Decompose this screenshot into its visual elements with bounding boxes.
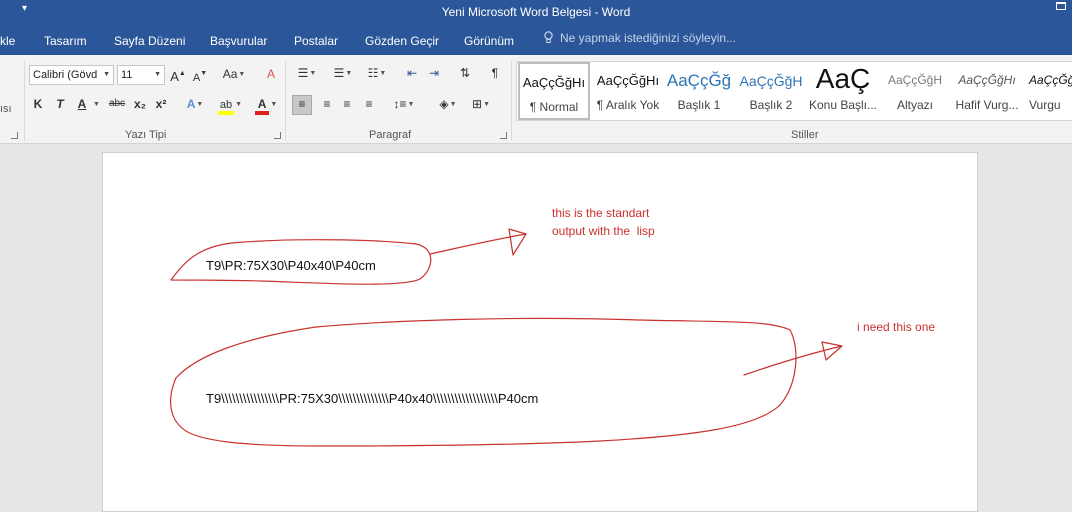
font-name-value: Calibri (Gövd: [33, 69, 98, 81]
style-subtle-emphasis[interactable]: AaÇçĞğHı Hafif Vurg...: [951, 62, 1023, 120]
style-sample: AaÇçĞğH: [739, 73, 803, 89]
grow-font-icon[interactable]: A▲: [170, 66, 186, 84]
tab-ekle[interactable]: kle: [0, 34, 15, 48]
group-label-styles: Stiller: [791, 129, 819, 141]
bullets-icon[interactable]: ☰▼: [292, 65, 322, 83]
font-size-combo[interactable]: 11 ▼: [117, 65, 165, 85]
style-title[interactable]: AaÇ Konu Başlı...: [807, 62, 879, 120]
restore-window-icon[interactable]: [1056, 2, 1066, 10]
document-line-2[interactable]: T9\\\\\\\\\\\\\\\\PR:75X30\\\\\\\\\\\\\\…: [206, 391, 538, 406]
superscript-button[interactable]: x²: [153, 96, 169, 114]
annotation-need-this: i need this one: [857, 320, 936, 334]
style-heading-1[interactable]: AaÇçĞğ Başlık 1: [663, 62, 735, 120]
clipboard-launcher-icon[interactable]: [11, 132, 18, 139]
style-sample: AaÇ: [815, 63, 871, 94]
annotation-standard-output: this is the standart output with the lis…: [552, 206, 655, 238]
style-sample: AaÇçĞğH: [887, 73, 943, 87]
shrink-font-icon[interactable]: A▼: [192, 66, 208, 84]
style-name: Vurgu: [1029, 98, 1061, 112]
tab-gozden-gecir[interactable]: Gözden Geçir: [365, 34, 439, 48]
style-sample: AaÇçĞğHı: [958, 73, 1016, 87]
justify-icon[interactable]: ≡: [360, 96, 378, 114]
group-separator: [24, 61, 25, 141]
style-sample: AaÇçĞğ: [1029, 73, 1072, 87]
ribbon-home: ısı Calibri (Gövd ▼ 11 ▼ A▲ A▼ Aa▼ A K T A…: [0, 55, 1072, 144]
title-bar: ▾ Yeni Microsoft Word Belgesi - Word: [0, 0, 1072, 25]
group-separator: [285, 61, 286, 141]
strikethrough-button[interactable]: abc: [106, 96, 128, 114]
align-center-icon[interactable]: ≡: [318, 96, 336, 114]
font-launcher-icon[interactable]: [274, 132, 281, 139]
tab-gorunum[interactable]: Görünüm: [464, 34, 514, 48]
align-left-icon[interactable]: ≡: [292, 95, 312, 115]
clipboard-partial-label: ısı: [0, 103, 12, 115]
chevron-down-icon[interactable]: ▼: [92, 96, 100, 114]
italic-button[interactable]: T: [53, 96, 67, 114]
style-name: Konu Başlı...: [808, 98, 878, 112]
underline-button[interactable]: A: [75, 96, 89, 114]
show-marks-icon[interactable]: ¶: [486, 65, 504, 83]
group-separator: [511, 61, 512, 141]
group-label-paragraph: Paragraf: [369, 129, 412, 141]
tell-me-text: Ne yapmak istediğinizi söyleyin...: [560, 31, 737, 45]
subscript-button[interactable]: x₂: [132, 96, 148, 114]
window-title: Yeni Microsoft Word Belgesi - Word: [441, 5, 631, 19]
borders-icon[interactable]: ⊞▼: [466, 96, 496, 114]
style-sample: AaÇçĞğ: [666, 71, 732, 90]
styles-gallery: AaÇçĞğHı ¶ Normal AaÇçĞğHı ¶ Aralık Yok …: [516, 61, 1072, 121]
tab-postalar[interactable]: Postalar: [294, 34, 338, 48]
font-color-icon[interactable]: A ▼: [251, 96, 281, 115]
tab-basvurular[interactable]: Başvurular: [210, 34, 267, 48]
tell-me-box[interactable]: Ne yapmak istediğinizi söyleyin...: [543, 31, 736, 45]
multilevel-list-icon[interactable]: ☷▼: [362, 65, 392, 83]
style-name: ¶ Normal: [529, 100, 579, 114]
style-subtitle[interactable]: AaÇçĞğH Altyazı: [879, 62, 951, 120]
style-no-spacing[interactable]: AaÇçĞğHı ¶ Aralık Yok: [591, 62, 665, 120]
document-page[interactable]: [102, 152, 978, 512]
tab-sayfa-duzeni[interactable]: Sayfa Düzeni: [114, 34, 185, 48]
document-line-1[interactable]: T9\PR:75X30\P40x40\P40cm: [206, 258, 376, 273]
ribbon-tabs: kle Tasarım Sayfa Düzeni Başvurular Post…: [0, 25, 1072, 55]
lightbulb-icon: [544, 31, 553, 43]
style-emphasis[interactable]: AaÇçĞğ Vurgu: [1023, 62, 1072, 120]
style-name: Başlık 2: [749, 98, 793, 112]
sort-icon[interactable]: ⇅: [456, 65, 474, 83]
clear-formatting-icon[interactable]: A: [262, 66, 280, 84]
numbering-icon[interactable]: ☰▼: [328, 65, 358, 83]
style-name: Hafif Vurg...: [955, 98, 1019, 112]
bold-button[interactable]: K: [31, 96, 45, 114]
font-size-value: 11: [121, 69, 133, 81]
chevron-down-icon: ▼: [103, 71, 110, 78]
font-name-combo[interactable]: Calibri (Gövd ▼: [29, 65, 114, 85]
tab-tasarim[interactable]: Tasarım: [44, 34, 87, 48]
paragraph-launcher-icon[interactable]: [500, 132, 507, 139]
shading-icon[interactable]: ◈▼: [433, 96, 463, 114]
style-heading-2[interactable]: AaÇçĞğH Başlık 2: [735, 62, 807, 120]
increase-indent-icon[interactable]: ⇥: [425, 65, 443, 83]
style-sample: AaÇçĞğHı: [596, 73, 660, 88]
style-normal[interactable]: AaÇçĞğHı ¶ Normal: [518, 62, 590, 120]
chevron-down-icon: ▼: [154, 71, 161, 78]
style-sample: AaÇçĞğHı: [522, 75, 586, 90]
group-label-font: Yazı Tipi: [125, 129, 167, 141]
change-case-icon[interactable]: Aa▼: [220, 66, 248, 84]
text-effects-icon[interactable]: A▼: [184, 96, 206, 114]
line-spacing-icon[interactable]: ↕≡▼: [389, 96, 419, 114]
style-name: Başlık 1: [677, 98, 721, 112]
style-name: Altyazı: [896, 98, 933, 112]
decrease-indent-icon[interactable]: ⇤: [403, 65, 421, 83]
highlight-color-icon[interactable]: ab ▼: [215, 96, 245, 115]
align-right-icon[interactable]: ≡: [338, 96, 356, 114]
style-name: ¶ Aralık Yok: [596, 98, 660, 112]
